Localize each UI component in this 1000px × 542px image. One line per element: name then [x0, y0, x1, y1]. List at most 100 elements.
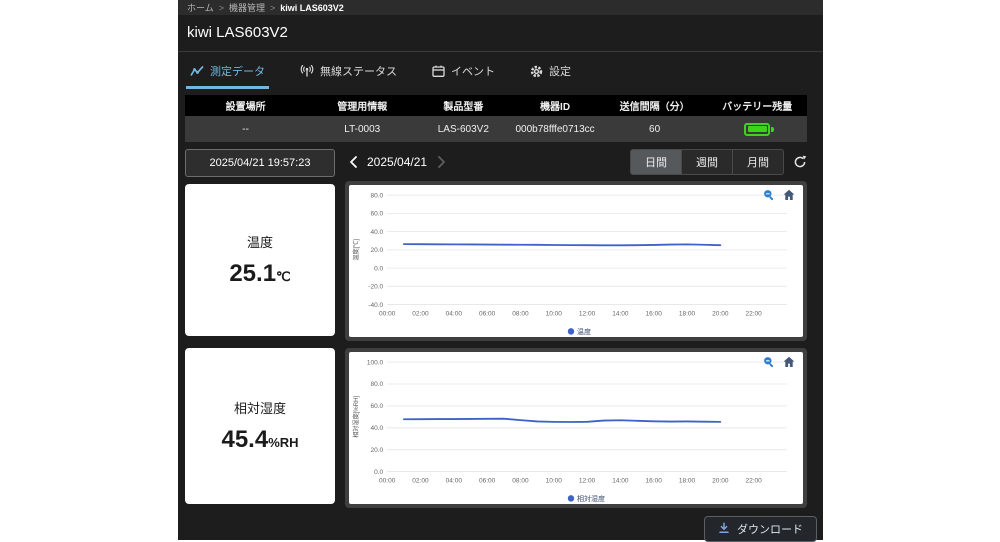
zoom-reset-icon[interactable]	[763, 356, 775, 368]
svg-text:08:00: 08:00	[512, 478, 529, 485]
cell-device-id: 000b78fffe0713cc	[508, 116, 601, 142]
tab-label: 測定データ	[210, 63, 265, 79]
next-day-chevron-icon[interactable]	[433, 152, 449, 172]
table-header-row: 設置場所 管理用情報 製品型番 機器ID 送信間隔（分） バッテリー残量	[185, 95, 807, 116]
range-weekly-button[interactable]: 週間	[681, 150, 732, 174]
svg-text:60.0: 60.0	[370, 211, 383, 218]
footer: ダウンロード	[178, 508, 823, 542]
breadcrumb-home[interactable]: ホーム	[187, 1, 214, 14]
svg-text:20:00: 20:00	[712, 478, 729, 485]
temperature-chart: -40.0 -20.0 0.0 20.0 40.0 60.0 80.0 00:00 02:00 0…	[349, 185, 803, 337]
header-model: 製品型番	[418, 95, 508, 116]
svg-text:0.0: 0.0	[374, 265, 383, 272]
breadcrumb: ホーム > 機器管理 > kiwi LAS603V2	[178, 0, 823, 15]
humidity-label: 相対湿度	[234, 398, 286, 417]
header-interval: 送信間隔（分）	[602, 95, 708, 116]
range-monthly-button[interactable]: 月間	[732, 150, 783, 174]
home-icon[interactable]	[783, 356, 795, 368]
svg-text:06:00: 06:00	[479, 478, 496, 485]
tab-settings[interactable]: 設定	[526, 63, 575, 89]
humidity-card: 相対湿度 45.4%RH	[185, 348, 335, 504]
svg-text:06:00: 06:00	[479, 311, 496, 318]
tab-measurement-data[interactable]: 測定データ	[186, 63, 269, 89]
svg-text:18:00: 18:00	[679, 478, 696, 485]
tab-label: 無線ステータス	[320, 63, 397, 79]
svg-text:0.0: 0.0	[374, 469, 383, 476]
svg-text:-20.0: -20.0	[368, 284, 383, 291]
svg-text:08:00: 08:00	[512, 311, 529, 318]
breadcrumb-device-management[interactable]: 機器管理	[229, 1, 265, 14]
tab-label: イベント	[451, 63, 495, 79]
tab-wireless-status[interactable]: 無線ステータス	[296, 63, 401, 89]
download-label: ダウンロード	[737, 521, 803, 537]
temperature-chart-panel: -40.0 -20.0 0.0 20.0 40.0 60.0 80.0 00:00 02:00 0…	[345, 181, 807, 341]
cell-location: --	[185, 116, 306, 142]
svg-text:温度[℃]: 温度[℃]	[352, 239, 360, 261]
tab-events[interactable]: イベント	[428, 63, 499, 89]
header-battery: バッテリー残量	[707, 95, 807, 116]
svg-text:18:00: 18:00	[679, 311, 696, 318]
svg-text:相対湿度: 相対湿度	[577, 494, 605, 503]
svg-text:40.0: 40.0	[370, 425, 383, 432]
device-info-table: 設置場所 管理用情報 製品型番 機器ID 送信間隔（分） バッテリー残量 -- …	[185, 95, 807, 142]
svg-text:20.0: 20.0	[370, 447, 383, 454]
range-daily-button[interactable]: 日間	[631, 150, 681, 174]
humidity-unit: %RH	[268, 435, 298, 450]
device-detail-page: ホーム > 機器管理 > kiwi LAS603V2 kiwi LAS603V2…	[178, 0, 823, 540]
home-icon[interactable]	[783, 189, 795, 201]
download-button[interactable]: ダウンロード	[704, 516, 817, 542]
gear-icon	[530, 65, 543, 78]
previous-day-chevron-icon[interactable]	[345, 152, 361, 172]
selected-date: 2025/04/21	[367, 155, 427, 169]
breadcrumb-separator: >	[270, 3, 275, 13]
svg-text:20:00: 20:00	[712, 311, 729, 318]
humidity-chart: 0.020.040.060.080.0100.000:0002:0004:000…	[349, 352, 803, 504]
svg-text:14:00: 14:00	[612, 478, 629, 485]
tab-bar: 測定データ 無線ステータス イベント 設定	[178, 52, 823, 89]
svg-text:-40.0: -40.0	[368, 302, 383, 309]
page-title: kiwi LAS603V2	[178, 15, 823, 52]
breadcrumb-separator: >	[219, 3, 224, 13]
battery-full-icon	[744, 123, 770, 136]
svg-text:20.0: 20.0	[370, 247, 383, 254]
temperature-label: 温度	[247, 232, 273, 251]
header-location: 設置場所	[185, 95, 306, 116]
refresh-icon[interactable]	[793, 155, 807, 169]
svg-text:10:00: 10:00	[546, 478, 563, 485]
main-content: 2025/04/21 19:57:23 温度 25.1℃ 相対湿度 45.4%R…	[178, 142, 823, 508]
table-row: -- LT-0003 LAS-603V2 000b78fffe0713cc 60	[185, 116, 807, 142]
calendar-icon	[432, 65, 445, 77]
chart-toolbar	[763, 356, 795, 368]
svg-text:60.0: 60.0	[370, 403, 383, 410]
zoom-reset-icon[interactable]	[763, 189, 775, 201]
header-management-info: 管理用情報	[306, 95, 418, 116]
svg-text:00:00: 00:00	[379, 478, 396, 485]
svg-text:40.0: 40.0	[370, 229, 383, 236]
svg-text:温度: 温度	[577, 327, 591, 336]
header-device-id: 機器ID	[508, 95, 601, 116]
temperature-card: 温度 25.1℃	[185, 184, 335, 336]
breadcrumb-current: kiwi LAS603V2	[280, 3, 344, 13]
temperature-unit: ℃	[276, 269, 291, 284]
range-toggle-group: 日間 週間 月間	[630, 149, 784, 175]
chart-toolbar	[763, 189, 795, 201]
svg-text:00:00: 00:00	[379, 311, 396, 318]
svg-text:10:00: 10:00	[546, 311, 563, 318]
cell-interval: 60	[602, 116, 708, 142]
humidity-chart-panel: 0.020.040.060.080.0100.000:0002:0004:000…	[345, 348, 807, 508]
svg-text:22:00: 22:00	[745, 311, 762, 318]
charts-panel: 2025/04/21 日間 週間 月間 -40.0 -20.0 0.0 20.0 40.…	[345, 149, 807, 508]
cell-model: LAS-603V2	[418, 116, 508, 142]
svg-text:02:00: 02:00	[412, 311, 429, 318]
svg-text:相対湿度[%RH]: 相対湿度[%RH]	[352, 396, 360, 438]
cell-battery	[707, 116, 807, 142]
svg-text:100.0: 100.0	[367, 359, 384, 366]
svg-text:04:00: 04:00	[446, 478, 463, 485]
svg-text:04:00: 04:00	[446, 311, 463, 318]
download-icon	[718, 522, 730, 537]
last-measured-timestamp: 2025/04/21 19:57:23	[185, 149, 335, 177]
svg-text:12:00: 12:00	[579, 311, 596, 318]
svg-text:80.0: 80.0	[370, 192, 383, 199]
svg-text:80.0: 80.0	[370, 381, 383, 388]
tab-label: 設定	[549, 63, 571, 79]
